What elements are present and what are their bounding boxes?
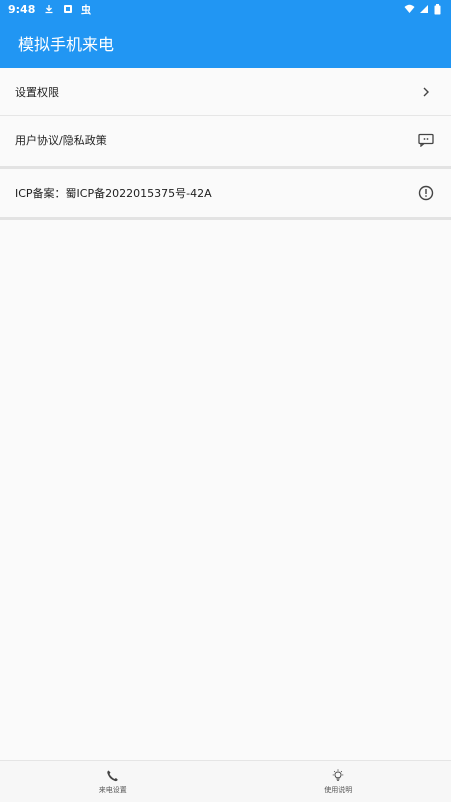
nav-item-label: 使用说明 (324, 785, 353, 794)
download-icon (43, 4, 54, 15)
phone-icon (106, 769, 120, 783)
nav-item-label: 来电设置 (98, 785, 127, 794)
lightbulb-icon (331, 769, 345, 783)
wifi-icon (404, 4, 415, 15)
settings-item-privacy-policy[interactable]: 用户协议/隐私政策 (0, 116, 451, 164)
status-time: 9:48 (8, 2, 36, 16)
settings-list: 设置权限 用户协议/隐私政策 (0, 68, 451, 164)
battery-icon (432, 3, 443, 15)
app-title: 模拟手机来电 (18, 35, 115, 54)
settings-item-permissions[interactable]: 设置权限 (0, 68, 451, 116)
settings-item-label: 设置权限 (15, 85, 59, 99)
icp-item[interactable]: ICP备案：蜀ICP备2022015375号-42A (0, 169, 451, 217)
app-bar: 模拟手机来电 (0, 18, 451, 68)
nav-item-instructions[interactable]: 使用说明 (226, 761, 451, 802)
settings-item-label: 用户协议/隐私政策 (15, 134, 107, 147)
icp-section: ICP备案：蜀ICP备2022015375号-42A (0, 166, 451, 220)
signal-icon (418, 4, 429, 15)
chevron-right-icon (416, 82, 436, 102)
status-bar: 9:48 虫 (0, 0, 451, 18)
svg-text:虫: 虫 (81, 4, 91, 15)
image-icon (62, 4, 73, 15)
info-alert-icon (416, 183, 436, 203)
bug-icon: 虫 (81, 4, 92, 15)
icp-label: ICP备案：蜀ICP备2022015375号-42A (15, 187, 212, 200)
bottom-navigation: 来电设置 使用说明 (0, 760, 451, 802)
message-icon (416, 130, 436, 150)
nav-item-call-settings[interactable]: 来电设置 (0, 761, 226, 802)
